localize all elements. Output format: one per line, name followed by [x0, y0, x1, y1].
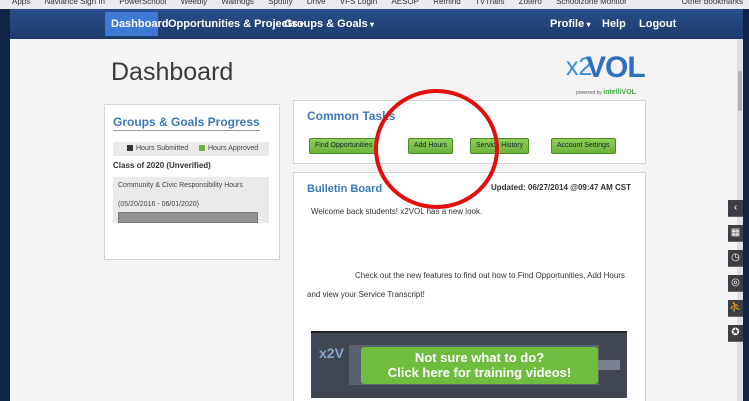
bookmark-powerschool[interactable]: PowerSchool	[119, 0, 166, 6]
bulletin-updated-timestamp: Updated: 06/27/2014 @09:47 AM CST	[491, 183, 631, 192]
nav-help[interactable]: Help	[602, 18, 626, 30]
bookmark-tvtrails[interactable]: TVTrails	[475, 0, 504, 6]
logo-powered-by: powered by intelliVOL	[576, 89, 636, 96]
page: Dashboard Opportunities & Projects Group…	[10, 9, 743, 401]
alarm-clock-icon[interactable]: ◷	[728, 250, 743, 267]
progress-legend: Hours Submitted Hours Approved	[113, 142, 269, 156]
target-icon[interactable]: ◎	[728, 275, 743, 292]
top-nav: Dashboard Opportunities & Projects Group…	[10, 9, 743, 39]
bookmark-weebly[interactable]: Weebly	[181, 0, 208, 6]
window-right-edge	[743, 9, 749, 401]
award-icon[interactable]: ✪	[728, 325, 743, 342]
bulletin-welcome-text: Welcome back students! x2VOL has a new l…	[311, 207, 483, 216]
legend-approved-swatch	[199, 145, 205, 151]
training-video-thumbnail[interactable]: x2V Not sure what to do? Click here for …	[311, 331, 627, 398]
video-brand-text: x2V	[319, 345, 344, 361]
bulletin-features-text: Check out the new features to find out h…	[307, 271, 625, 299]
x2vol-logo: x2 VOL powered by intelliVOL	[564, 49, 664, 96]
bookmark-schoolzone[interactable]: Schoolzone Monitor	[556, 0, 627, 6]
nav-logout[interactable]: Logout	[639, 18, 676, 30]
bookmark-wallhogs[interactable]: Wallhogs	[221, 0, 254, 6]
legend-approved-label: Hours Approved	[208, 145, 259, 152]
requirement-progress-bar	[118, 212, 258, 223]
page-scrollbar[interactable]	[737, 39, 743, 401]
bookmark-zotero[interactable]: Zotero	[519, 0, 542, 6]
bookmark-remind[interactable]: Remind	[433, 0, 461, 6]
logo-vol: VOL	[586, 51, 646, 84]
page-title: Dashboard	[111, 58, 234, 86]
nav-dashboard[interactable]: Dashboard	[105, 12, 168, 36]
class-group-label: Class of 2020 (Unverified)	[113, 161, 211, 170]
legend-approved: Hours Approved	[199, 145, 258, 152]
bookmark-naviance[interactable]: Naviance Sign In	[44, 0, 104, 6]
scrollbar-thumb[interactable]	[738, 71, 742, 111]
find-opportunities-button[interactable]: Find Opportunities	[309, 138, 379, 154]
banner-line-1: Not sure what to do?	[414, 350, 545, 365]
requirement-card[interactable]: Community & Civic Responsibility Hours (…	[113, 177, 269, 223]
legend-submitted-label: Hours Submitted	[136, 145, 189, 152]
window-left-edge	[0, 9, 10, 401]
bulletin-board-title: Bulletin Board	[307, 183, 383, 195]
bookmark-spotify[interactable]: Spotify	[268, 0, 292, 6]
bookmarks-bar: Apps Naviance Sign In PowerSchool Weebly…	[0, 0, 749, 9]
bookmark-apps[interactable]: Apps	[12, 0, 30, 6]
logo-powered-label: powered by	[576, 90, 602, 96]
groups-goals-panel: Groups & Goals Progress Hours Submitted …	[104, 104, 280, 260]
bookmark-aesop[interactable]: AESOP	[391, 0, 419, 6]
groups-goals-title[interactable]: Groups & Goals Progress	[113, 115, 260, 131]
training-videos-banner[interactable]: Not sure what to do? Click here for trai…	[361, 347, 598, 384]
logo-brand: intelliVOL	[603, 89, 636, 96]
requirement-name: Community & Civic Responsibility Hours	[118, 182, 243, 189]
account-settings-button[interactable]: Account Settings	[551, 138, 616, 154]
legend-submitted-swatch	[127, 145, 133, 151]
nav-profile[interactable]: Profile	[550, 18, 590, 30]
runner-icon[interactable]: ⛹	[728, 300, 743, 317]
calendar-icon[interactable]: ▦	[728, 225, 743, 242]
bookmark-vfs[interactable]: VFS Login	[340, 0, 377, 6]
bookmark-drive[interactable]: Drive	[307, 0, 326, 6]
requirement-dates: (05/20/2016 - 06/01/2020)	[118, 201, 199, 208]
chevron-left-icon[interactable]: ‹	[728, 200, 743, 217]
nav-dashboard-label: Dashboard	[111, 18, 169, 30]
annotation-circle	[374, 89, 499, 209]
video-corner-button	[598, 360, 620, 370]
nav-groups-goals[interactable]: Groups & Goals	[284, 18, 374, 30]
bookmark-other[interactable]: Other bookmarks	[682, 0, 743, 6]
banner-line-2: Click here for training videos!	[387, 365, 572, 380]
legend-submitted: Hours Submitted	[127, 145, 188, 152]
